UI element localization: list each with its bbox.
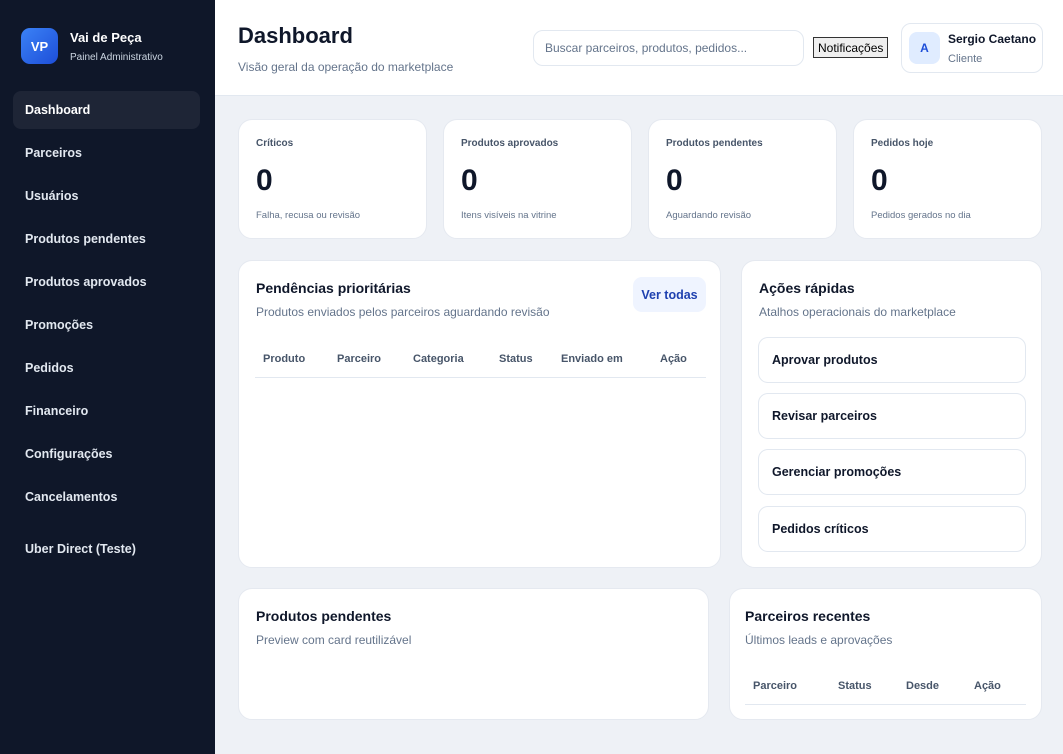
- stat-label: Críticos: [256, 138, 294, 149]
- stat-card-criticos: Críticos 0 Falha, recusa ou revisão: [238, 119, 427, 239]
- column-header: Categoria: [413, 353, 464, 365]
- card-title: Pendências prioritárias: [256, 280, 411, 296]
- column-header: Status: [838, 679, 872, 692]
- stat-label: Pedidos hoje: [871, 138, 934, 149]
- column-header: Desde: [906, 679, 940, 692]
- sidebar-divider: [13, 521, 200, 530]
- page-subtitle: Visão geral da operação do marketplace: [238, 60, 454, 74]
- sidebar-item-cancelamentos[interactable]: Cancelamentos: [13, 478, 200, 516]
- notifications-button[interactable]: Notificações: [813, 37, 889, 58]
- brand: VP Vai de Peça Painel Administrativo: [21, 28, 163, 64]
- stat-label: Produtos aprovados: [461, 138, 559, 149]
- stat-hint: Falha, recusa ou revisão: [256, 210, 361, 221]
- partners-table-header: Parceiro Status Desde Ação: [745, 667, 1026, 705]
- column-header: Ação: [660, 353, 687, 365]
- pending-priorities-card: Pendências prioritárias Produtos enviado…: [238, 260, 721, 568]
- stat-card-pedidos-hoje: Pedidos hoje 0 Pedidos gerados no dia: [853, 119, 1042, 239]
- column-header: Ação: [974, 679, 1001, 692]
- column-header: Enviado em: [561, 353, 623, 365]
- sidebar-item-configuracoes[interactable]: Configurações: [13, 435, 200, 473]
- review-partners-button[interactable]: Revisar parceiros: [758, 393, 1026, 439]
- pending-table-header: Produto Parceiro Categoria Status Enviad…: [255, 341, 706, 378]
- user-role: Cliente: [948, 53, 983, 65]
- card-subtitle: Produtos enviados pelos parceiros aguard…: [256, 305, 550, 319]
- stat-hint: Itens visíveis na vitrine: [461, 210, 557, 221]
- page-title: Dashboard: [238, 23, 353, 48]
- stat-value: 0: [871, 164, 888, 197]
- sidebar-item-uber-direct[interactable]: Uber Direct (Teste): [13, 530, 200, 568]
- column-header: Parceiro: [337, 353, 382, 365]
- critical-orders-button[interactable]: Pedidos críticos: [758, 506, 1026, 552]
- column-header: Produto: [263, 353, 306, 365]
- sidebar: VP Vai de Peça Painel Administrativo Das…: [0, 0, 215, 754]
- sidebar-item-produtos-aprovados[interactable]: Produtos aprovados: [13, 263, 200, 301]
- stat-card-produtos-pendentes: Produtos pendentes 0 Aguardando revisão: [648, 119, 837, 239]
- stat-value: 0: [461, 164, 478, 197]
- brand-logo: VP: [21, 28, 58, 64]
- card-subtitle: Atalhos operacionais do marketplace: [759, 305, 956, 319]
- stat-hint: Aguardando revisão: [666, 210, 752, 221]
- top-header: Dashboard Visão geral da operação do mar…: [215, 0, 1063, 96]
- brand-subtitle: Painel Administrativo: [70, 51, 163, 63]
- card-title: Parceiros recentes: [745, 608, 871, 624]
- sidebar-item-produtos-pendentes[interactable]: Produtos pendentes: [13, 220, 200, 258]
- user-name: Sergio Caetano: [948, 32, 1037, 46]
- column-header: Parceiro: [753, 679, 798, 692]
- approve-products-button[interactable]: Aprovar produtos: [758, 337, 1026, 383]
- sidebar-nav: Dashboard Parceiros Usuários Produtos pe…: [13, 91, 200, 573]
- card-title: Ações rápidas: [759, 280, 855, 296]
- stat-value: 0: [666, 164, 683, 197]
- card-subtitle: Últimos leads e aprovações: [745, 633, 893, 647]
- brand-name: Vai de Peça: [70, 29, 142, 45]
- stat-value: 0: [256, 164, 273, 197]
- card-title: Produtos pendentes: [256, 608, 392, 624]
- sidebar-item-pedidos[interactable]: Pedidos: [13, 349, 200, 387]
- sidebar-item-parceiros[interactable]: Parceiros: [13, 134, 200, 172]
- column-header: Status: [499, 353, 533, 365]
- avatar: A: [909, 32, 940, 64]
- user-menu[interactable]: A Sergio Caetano Cliente: [901, 23, 1043, 73]
- card-subtitle: Preview com card reutilizável: [256, 633, 412, 647]
- pending-products-card: Produtos pendentes Preview com card reut…: [238, 588, 709, 720]
- stat-hint: Pedidos gerados no dia: [871, 210, 971, 221]
- see-all-button[interactable]: Ver todas: [633, 277, 706, 312]
- sidebar-item-dashboard[interactable]: Dashboard: [13, 91, 200, 129]
- quick-actions-card: Ações rápidas Atalhos operacionais do ma…: [741, 260, 1042, 568]
- manage-promotions-button[interactable]: Gerenciar promoções: [758, 449, 1026, 495]
- sidebar-item-financeiro[interactable]: Financeiro: [13, 392, 200, 430]
- stat-label: Produtos pendentes: [666, 138, 763, 149]
- sidebar-item-usuarios[interactable]: Usuários: [13, 177, 200, 215]
- recent-partners-card: Parceiros recentes Últimos leads e aprov…: [729, 588, 1042, 720]
- stat-card-produtos-aprovados: Produtos aprovados 0 Itens visíveis na v…: [443, 119, 632, 239]
- sidebar-item-promocoes[interactable]: Promoções: [13, 306, 200, 344]
- search-input[interactable]: [533, 30, 804, 66]
